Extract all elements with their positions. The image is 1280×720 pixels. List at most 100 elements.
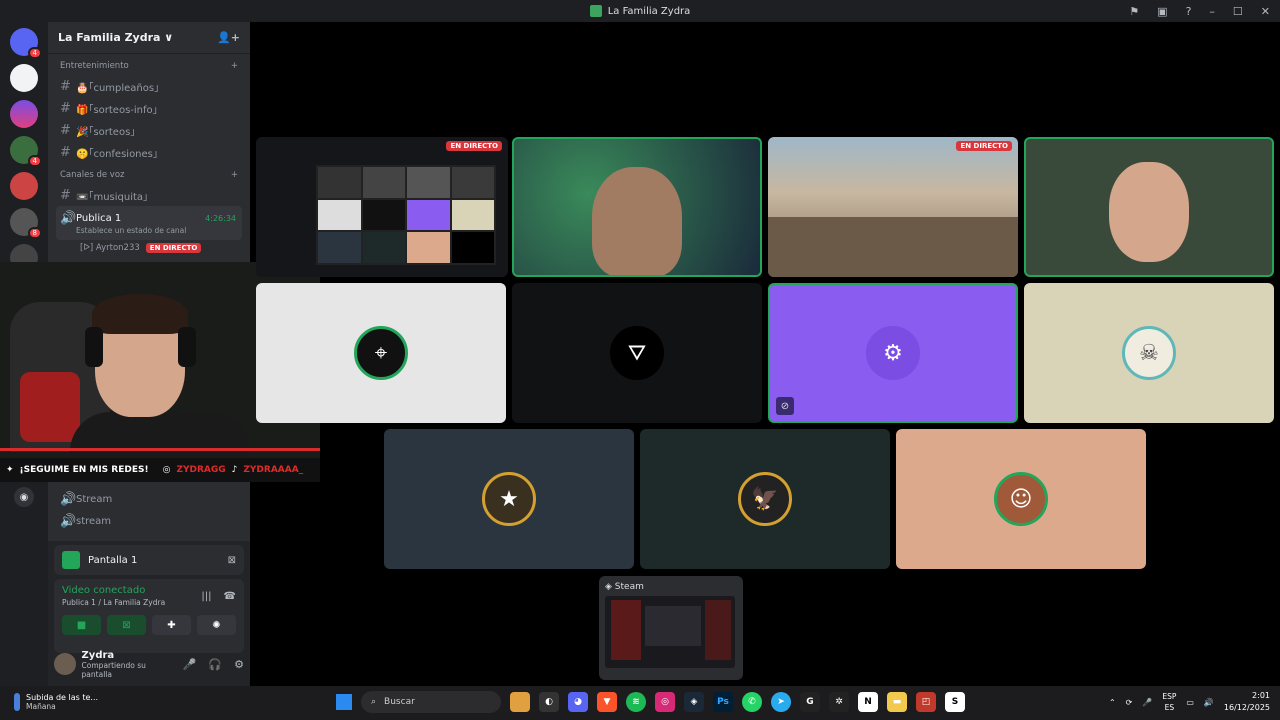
tile-bot-music[interactable]: ⚙ ⊘: [768, 283, 1018, 423]
spotify-icon[interactable]: ≋: [626, 692, 646, 712]
capture-icon[interactable]: ◰: [916, 692, 936, 712]
guild-header[interactable]: La Familia Zydra ∨ 👤+: [48, 22, 250, 54]
maximize-button[interactable]: ☐: [1233, 5, 1243, 18]
flag-icon[interactable]: ⚑: [1129, 5, 1139, 18]
titlebar-controls: ⚑ ▣ ? – ☐ ✕: [1129, 0, 1270, 22]
tile-user-eagle[interactable]: 🦅: [640, 429, 890, 569]
activities-button[interactable]: ✚: [152, 615, 191, 635]
display-icon[interactable]: ▭: [1186, 698, 1194, 707]
category-entretenimiento[interactable]: Entretenimiento +: [48, 54, 250, 75]
help-icon[interactable]: ?: [1186, 5, 1192, 18]
folder-icon[interactable]: ▬: [887, 692, 907, 712]
preview-cell: [318, 199, 361, 231]
channel-cumpleanos[interactable]: # 🎂｢cumpleaños｣: [56, 75, 242, 97]
inbox-icon[interactable]: ▣: [1157, 5, 1167, 18]
brave-icon[interactable]: ▼: [597, 692, 617, 712]
server-icon[interactable]: 4: [10, 136, 42, 167]
voice-channel-stream-b[interactable]: 🔊 stream: [56, 510, 242, 532]
tile-user-skull[interactable]: ☠: [1024, 283, 1274, 423]
whatsapp-icon[interactable]: ✆: [742, 692, 762, 712]
clock[interactable]: 2:01 16/12/2025: [1224, 690, 1270, 714]
tile-user-crosshair[interactable]: ⌖: [256, 283, 506, 423]
taskbar-preview-steam[interactable]: ◈ Steam: [599, 576, 743, 680]
channel-status[interactable]: Establece un estado de canal: [60, 226, 242, 235]
anime-avatar-icon: ★: [482, 472, 536, 526]
start-button[interactable]: [336, 694, 352, 710]
discord-home-icon[interactable]: 4: [10, 28, 42, 59]
instagram-icon[interactable]: ◎: [655, 692, 675, 712]
hash-icon: #: [60, 187, 71, 203]
connection-location[interactable]: Publica 1 / La Familia Zydra: [62, 598, 165, 607]
headphones-icon[interactable]: 🎧: [208, 658, 222, 671]
preview-panel: [611, 600, 641, 660]
minimize-button[interactable]: –: [1209, 5, 1215, 18]
chevron-up-icon[interactable]: ⌃: [1109, 698, 1116, 707]
tile-user-anime[interactable]: ★: [384, 429, 634, 569]
headphone-right: [178, 327, 196, 367]
close-button[interactable]: ✕: [1261, 5, 1270, 18]
chrome-icon[interactable]: ◐: [539, 692, 559, 712]
photoshop-icon[interactable]: Ps: [713, 692, 733, 712]
discord-icon[interactable]: ◕: [568, 692, 588, 712]
stop-share-icon[interactable]: ⊠: [228, 555, 236, 566]
app-s-icon[interactable]: S: [945, 692, 965, 712]
settings-icon[interactable]: ⚙: [234, 658, 244, 671]
category-voz[interactable]: Canales de voz +: [48, 163, 250, 184]
voice-channel-publica-1[interactable]: 🔊 Publica 1 4:26:34 Establece un estado …: [56, 206, 242, 240]
camera-button[interactable]: ■: [62, 615, 101, 635]
steam-icon[interactable]: ◈: [684, 692, 704, 712]
widgets-icon[interactable]: [510, 692, 530, 712]
server-icon[interactable]: [10, 64, 38, 92]
voice-user-ayrton[interactable]: [ᐅ] Ayrton233 EN DIRECTO: [80, 240, 250, 256]
voice-channel-stream-a[interactable]: 🔊 Stream: [56, 488, 242, 510]
invite-icon[interactable]: 👤+: [217, 31, 240, 44]
tile-webcam-user2[interactable]: [1024, 137, 1274, 277]
discover-icon[interactable]: ◉: [14, 487, 34, 507]
channel-confesiones[interactable]: # 🤫｢confesiones｣: [56, 141, 242, 163]
screen-share-preview[interactable]: Pantalla 1 ⊠: [54, 545, 244, 575]
tile-webcam-user1[interactable]: [512, 137, 762, 277]
speaker-icon: 🔊: [60, 513, 77, 529]
taskbar-search[interactable]: ⌕ Buscar: [361, 691, 501, 713]
notion-icon[interactable]: N: [858, 692, 878, 712]
soundboard-button[interactable]: ✺: [197, 615, 236, 635]
tile-user-heartagram[interactable]: ⛛: [512, 283, 762, 423]
weather-widget[interactable]: Subida de las te... Mañana: [14, 693, 98, 711]
add-channel-icon[interactable]: +: [231, 61, 238, 71]
server-icon[interactable]: 8: [10, 208, 42, 239]
server-icon: [589, 5, 602, 17]
preview-cell: [407, 167, 450, 198]
mic-icon[interactable]: 🎤: [183, 658, 197, 671]
steam-icon: ◈: [605, 582, 615, 592]
disconnect-icon[interactable]: ☎: [224, 591, 236, 602]
preview-cell: [362, 232, 405, 263]
preview-cell: [318, 232, 361, 263]
server-icon[interactable]: [10, 100, 38, 128]
sync-icon[interactable]: ⟳: [1126, 698, 1133, 707]
mic-icon[interactable]: 🎤: [1142, 698, 1152, 707]
language-indicator[interactable]: ESP ES: [1162, 691, 1176, 713]
tile-stream-screen[interactable]: EN DIRECTO: [256, 137, 508, 277]
add-channel-icon[interactable]: +: [231, 170, 238, 180]
overlay-divider: [0, 448, 320, 451]
channel-sorteos[interactable]: # 🎉｢sorteos｣: [56, 119, 242, 141]
avatar[interactable]: [54, 653, 76, 675]
channel-musiquita[interactable]: # 📼｢musiquita｣: [56, 184, 242, 206]
screen-share-button[interactable]: ⊠: [107, 615, 146, 635]
webcam-face: [1109, 162, 1189, 262]
preview-cell: [451, 167, 494, 198]
app-gear-icon[interactable]: ✲: [829, 692, 849, 712]
tile-user-face[interactable]: ☺: [896, 429, 1146, 569]
server-icon[interactable]: [10, 172, 38, 200]
volume-icon[interactable]: 🔊: [1204, 698, 1214, 707]
hash-icon: #: [60, 122, 71, 138]
connection-status[interactable]: Video conectado: [62, 585, 165, 596]
webcam-chair-accent: [20, 372, 80, 442]
tile-stream-game[interactable]: EN DIRECTO: [768, 137, 1018, 277]
speaker-icon: 🔊: [60, 491, 77, 507]
channel-sorteos-info[interactable]: # 🎁｢sorteos-info｣: [56, 97, 242, 119]
app-g-icon[interactable]: G: [800, 692, 820, 712]
telegram-icon[interactable]: ➤: [771, 692, 791, 712]
overlay-socials: ✦ ¡SEGUIME EN MIS REDES! ◎ ZYDRAGG ♪ ZYD…: [0, 458, 320, 482]
soundboard-icon[interactable]: |||: [201, 591, 211, 602]
